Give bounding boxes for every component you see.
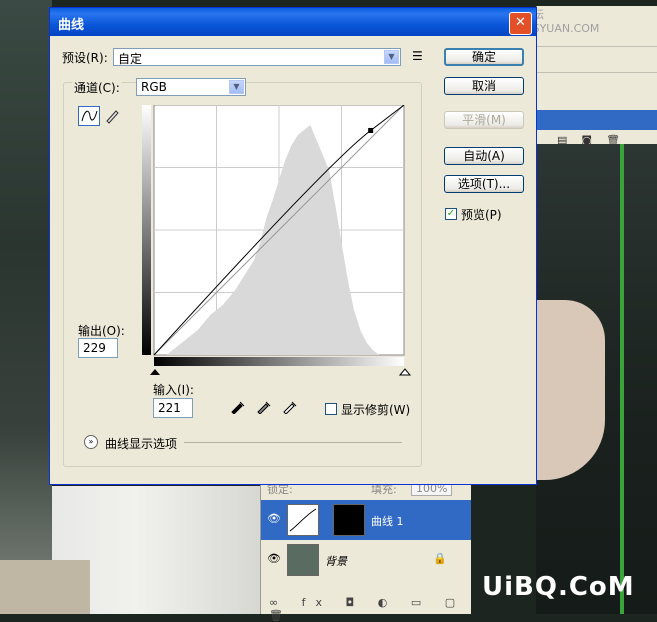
- ground: [0, 560, 90, 614]
- preview-label: 预览(P): [461, 208, 502, 222]
- title-bar[interactable]: 曲线 ✕: [50, 8, 536, 36]
- cancel-button[interactable]: 取消: [444, 77, 524, 95]
- layer-row[interactable]: 👁 背景 🔒: [261, 540, 471, 580]
- layer-name: 曲线 1: [371, 515, 404, 528]
- watermark: UiBQ.CoM: [482, 572, 635, 602]
- layers-panel: 锁定: 填充: 100% 👁 曲线 1 👁 背景 🔒 ∞ fx ◘ ◐ ▭ ▢ …: [260, 476, 471, 622]
- control-point[interactable]: [368, 127, 374, 133]
- preview-checkbox[interactable]: ✓: [445, 208, 457, 220]
- channel-label: 通道(C):: [72, 79, 122, 96]
- car-trim-line: [620, 140, 624, 614]
- output-label: 输出(O):: [78, 324, 125, 338]
- preset-value: 自定: [118, 52, 143, 66]
- layers-footer-icons[interactable]: ∞ fx ◘ ◐ ▭ ▢ 🗑: [261, 596, 479, 622]
- white-eyedropper-icon[interactable]: [280, 398, 298, 416]
- gray-eyedropper-icon[interactable]: [254, 398, 272, 416]
- input-label: 输入(I):: [153, 383, 194, 397]
- lock-icon: 🔒: [433, 552, 447, 565]
- close-icon[interactable]: ✕: [509, 12, 532, 35]
- curves-dialog: 曲线 ✕ 预设(R): 自定 ▼ ☰ 确定 取消 平滑(M) 自动(A) 选项(…: [49, 7, 537, 485]
- divider: [537, 72, 657, 73]
- black-eyedropper-icon[interactable]: [228, 398, 246, 416]
- divider: [537, 46, 657, 47]
- chevron-down-icon[interactable]: ▼: [229, 80, 244, 94]
- show-clipping-checkbox[interactable]: [325, 403, 337, 415]
- ok-button[interactable]: 确定: [444, 48, 524, 66]
- preset-label: 预设(R):: [62, 51, 108, 65]
- options-button[interactable]: 选项(T)...: [444, 175, 524, 193]
- preset-select[interactable]: 自定 ▼: [113, 48, 401, 66]
- arm: [535, 300, 605, 480]
- mask-thumbnail[interactable]: [333, 504, 365, 536]
- image-thumbnail: [287, 544, 319, 576]
- channel-value: RGB: [141, 80, 167, 94]
- black-point-slider[interactable]: [150, 369, 160, 375]
- layer-row[interactable]: 👁 曲线 1: [261, 500, 471, 540]
- preset-options-icon[interactable]: ☰: [412, 49, 423, 63]
- pencil-icon[interactable]: [102, 106, 124, 126]
- curve-graph[interactable]: [142, 104, 412, 390]
- input-field[interactable]: 221: [153, 398, 193, 418]
- show-clipping-label: 显示修剪(W): [341, 403, 411, 417]
- chevron-down-icon[interactable]: ▼: [384, 50, 399, 64]
- white-point-slider[interactable]: [398, 368, 412, 376]
- panel-icons[interactable]: ▤◙🗑: [557, 134, 634, 147]
- selected-row[interactable]: [537, 110, 657, 130]
- eye-icon[interactable]: 👁: [267, 513, 281, 525]
- dialog-title: 曲线: [58, 18, 85, 33]
- curve-display-options-label[interactable]: 曲线显示选项: [105, 435, 177, 452]
- output-field[interactable]: 229: [78, 338, 118, 358]
- input-gradient: [154, 357, 404, 366]
- eye-icon[interactable]: 👁: [267, 553, 281, 565]
- auto-button[interactable]: 自动(A): [444, 147, 524, 165]
- layer-name: 背景: [325, 555, 347, 568]
- output-gradient: [142, 105, 151, 355]
- curve-point-tool[interactable]: [78, 106, 100, 126]
- channel-select[interactable]: RGB ▼: [136, 78, 246, 96]
- car-frame-left: [0, 0, 52, 614]
- adjustment-thumbnail: [287, 504, 319, 536]
- divider: [184, 442, 402, 443]
- chevron-down-icon[interactable]: »: [84, 435, 98, 449]
- curve-graph-svg[interactable]: [142, 104, 412, 387]
- smooth-button: 平滑(M): [444, 111, 524, 129]
